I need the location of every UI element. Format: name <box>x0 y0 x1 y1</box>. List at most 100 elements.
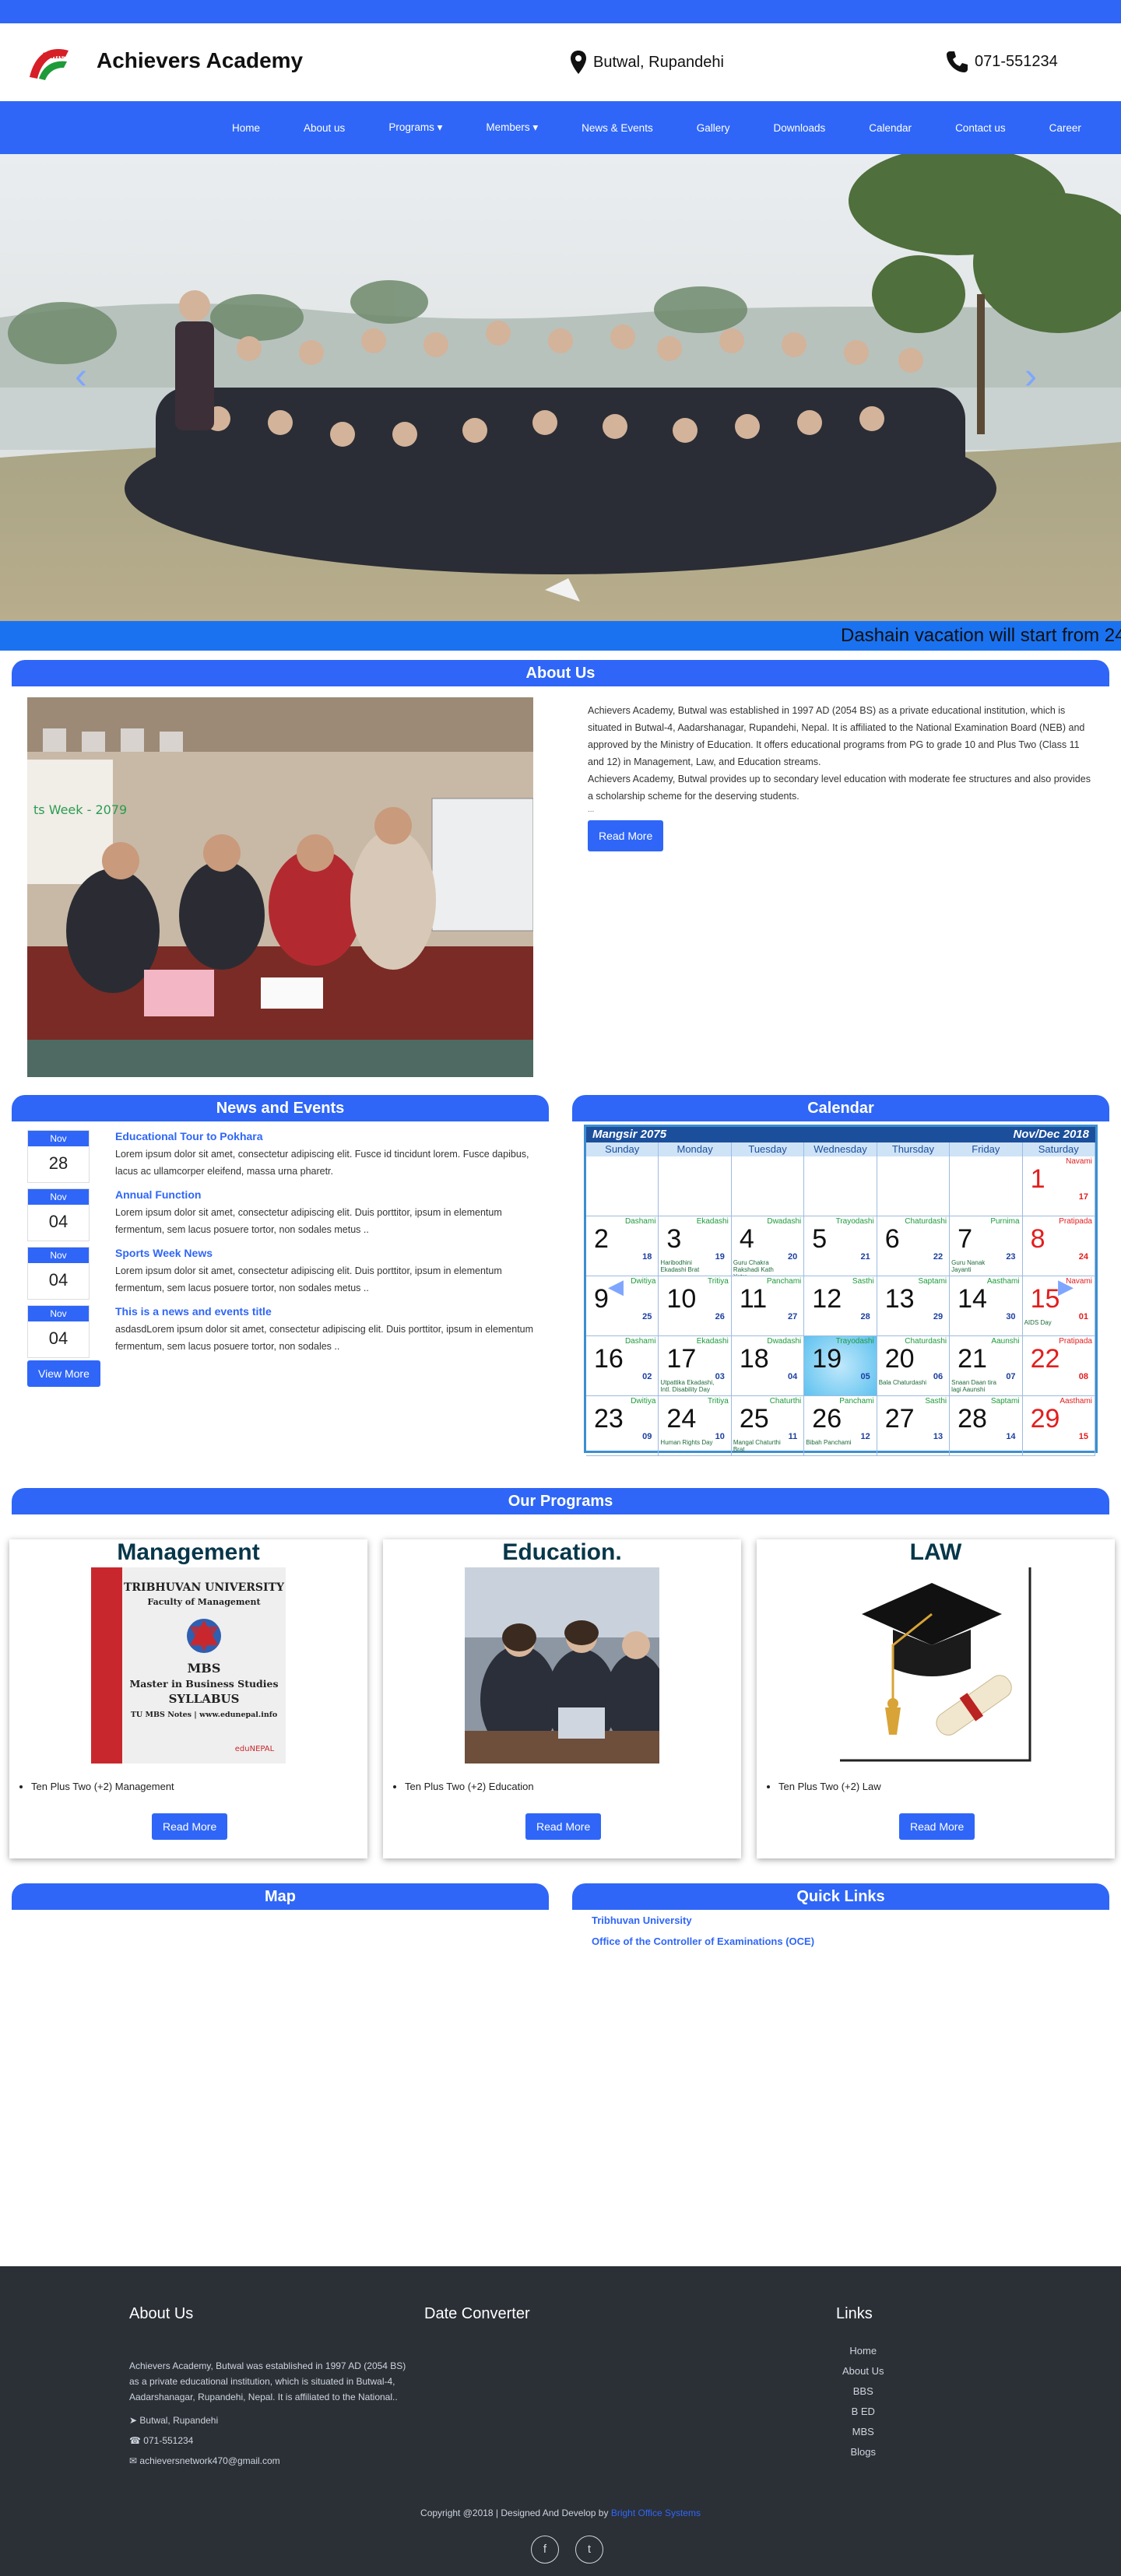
news-title-link[interactable]: This is a news and events title <box>115 1305 272 1318</box>
quick-link-tribhuvan[interactable]: Tribhuvan University <box>592 1914 814 1926</box>
calendar-day-cell[interactable]: Dashami 16 02 <box>586 1336 659 1396</box>
calendar-prev-icon[interactable]: ◀ <box>608 1275 624 1299</box>
news-item[interactable]: Nov 04 This is a news and events title a… <box>12 1305 549 1363</box>
calendar-english-date: 23 <box>1006 1252 1016 1262</box>
calendar-day-cell[interactable]: Pratipada 8 24 <box>1022 1216 1095 1276</box>
calendar-day-cell[interactable]: Pratipada 22 08 <box>1022 1336 1095 1396</box>
send-icon: ➤ <box>129 2415 138 2426</box>
calendar-day-cell[interactable]: Ekadashi 17 03 Utpattika Ekadashi, Intl. Di… <box>659 1336 732 1396</box>
calendar-day-cell[interactable]: Navami 1 17 <box>1022 1156 1095 1216</box>
calendar-english-date: 05 <box>860 1372 870 1381</box>
calendar-event: Utpattika Ekadashi, Intl. Disability Day <box>660 1379 715 1393</box>
developer-link[interactable]: Bright Office Systems <box>611 2508 701 2518</box>
news-item[interactable]: Nov 28 Educational Tour to Pokhara Lorem… <box>12 1130 549 1188</box>
calendar-day-cell[interactable]: Tritiya 10 26 <box>659 1276 732 1336</box>
carousel-prev-icon[interactable]: ‹ <box>75 358 87 395</box>
footer-copyright: Copyright @2018 | Designed And Develop b… <box>0 2508 1121 2518</box>
calendar-nepali-date: 16 <box>594 1344 624 1374</box>
calendar-english-date: 29 <box>933 1312 944 1321</box>
nav-news-events[interactable]: News & Events <box>582 122 653 134</box>
calendar-day-cell[interactable]: Chaturthi 25 11 Mangal Chaturthi Brat <box>731 1396 805 1456</box>
quick-link-oce[interactable]: Office of the Controller of Examinations… <box>592 1936 814 1947</box>
carousel-next-icon[interactable]: › <box>1024 358 1037 395</box>
calendar-day-cell[interactable]: Dwitiya 23 09 <box>586 1396 659 1456</box>
nav-home[interactable]: Home <box>232 122 260 134</box>
about-photo: ts Week - 2079 <box>27 697 533 1077</box>
nav-about[interactable]: About us <box>304 122 345 134</box>
header-phone: 071-551234 <box>945 50 1058 73</box>
calendar-day-cell[interactable]: Aaunshi 21 07 Snaan Daan tira lagi Aaunshi <box>950 1336 1023 1396</box>
calendar-day-cell[interactable]: Saptami 28 14 <box>950 1396 1023 1456</box>
calendar-day-cell[interactable]: Ekadashi 3 19 Haribodhini Ekadashi Brat <box>659 1216 732 1276</box>
calendar-next-icon[interactable]: ▶ <box>1058 1275 1074 1299</box>
news-ticker: Dashain vacation will start from 24t <box>0 621 1121 651</box>
news-title-link[interactable]: Annual Function <box>115 1188 201 1201</box>
calendar-event: Bibah Panchami <box>806 1439 852 1446</box>
nav-programs[interactable]: Programs ▾ <box>388 121 442 134</box>
footer-link-blogs[interactable]: Blogs <box>842 2442 884 2462</box>
calendar-day-cell[interactable]: Dwadashi 4 20 Guru Chakra Rakshadi Kath Yat… <box>731 1216 805 1276</box>
news-title-link[interactable]: Sports Week News <box>115 1247 213 1259</box>
footer-link-mbs[interactable]: MBS <box>842 2422 884 2442</box>
graduation-cap-image <box>838 1567 1033 1764</box>
calendar-english-date: 12 <box>860 1432 870 1441</box>
news-item[interactable]: Nov 04 Annual Function Lorem ipsum dolor… <box>12 1188 549 1247</box>
nav-contact[interactable]: Contact us <box>955 122 1006 134</box>
calendar-day-cell[interactable]: Trayodashi 19 05 <box>804 1336 877 1396</box>
top-strip <box>0 0 1121 23</box>
calendar-day-cell[interactable]: Dwadashi 18 04 <box>731 1336 805 1396</box>
nav-calendar[interactable]: Calendar <box>869 122 912 134</box>
management-read-more-button[interactable]: Read More <box>152 1813 228 1840</box>
calendar-day-cell[interactable]: Saptami 13 29 <box>877 1276 951 1336</box>
calendar-day-cell[interactable]: Chaturdashi 20 06 Bala Chaturdashi <box>877 1336 951 1396</box>
calendar-english-date: 06 <box>933 1372 944 1381</box>
law-read-more-button[interactable]: Read More <box>899 1813 975 1840</box>
twitter-icon[interactable]: t <box>575 2536 603 2564</box>
nav-downloads[interactable]: Downloads <box>773 122 825 134</box>
footer-link-bbs[interactable]: BBS <box>842 2381 884 2402</box>
calendar-nepali-date: 25 <box>739 1404 769 1434</box>
calendar-day-cell[interactable]: Chaturdashi 6 22 <box>877 1216 951 1276</box>
calendar-tithi: Aasthami <box>1060 1397 1092 1406</box>
nav-gallery[interactable]: Gallery <box>697 122 730 134</box>
achievers-logo[interactable]: Achie <box>25 43 73 85</box>
calendar-day-cell[interactable]: Panchami 11 27 <box>731 1276 805 1336</box>
calendar-nepali-date: 27 <box>884 1404 915 1434</box>
news-title-link[interactable]: Educational Tour to Pokhara <box>115 1130 263 1142</box>
calendar-section: Calendar Mangsir 2075 Nov/Dec 2018 Sunda… <box>572 1095 1109 1456</box>
about-heading: About Us <box>12 660 1109 686</box>
calendar-nepali-date: 29 <box>1030 1404 1060 1434</box>
calendar-day-cell[interactable]: Sasthi 27 13 <box>877 1396 951 1456</box>
calendar-day-cell[interactable]: Aasthami 14 30 <box>950 1276 1023 1336</box>
footer-link-home[interactable]: Home <box>842 2341 884 2361</box>
calendar-day-cell[interactable]: Sasthi 12 28 <box>804 1276 877 1336</box>
news-day: 04 <box>48 1270 69 1290</box>
view-more-news-button[interactable]: View More <box>27 1360 100 1387</box>
nav-career[interactable]: Career <box>1049 122 1081 134</box>
calendar-english-date: 24 <box>1078 1252 1088 1262</box>
facebook-icon[interactable]: f <box>531 2536 559 2564</box>
nav-members[interactable]: Members ▾ <box>486 121 538 134</box>
about-read-more-button[interactable]: Read More <box>588 820 664 851</box>
footer-link-bed[interactable]: B ED <box>842 2402 884 2422</box>
calendar-event: Mangal Chaturthi Brat <box>733 1439 781 1453</box>
news-item[interactable]: Nov 04 Sports Week News Lorem ipsum dolo… <box>12 1247 549 1305</box>
envelope-icon: ✉ <box>129 2455 138 2466</box>
calendar-day-cell[interactable]: Purnima 7 23 Guru Nanak Jayanti <box>950 1216 1023 1276</box>
calendar-day-cell[interactable]: Tritiya 24 10 Human Rights Day <box>659 1396 732 1456</box>
education-read-more-button[interactable]: Read More <box>525 1813 602 1840</box>
calendar-tithi: Dashami <box>624 1217 656 1226</box>
calendar-day-cell[interactable]: Trayodashi 5 21 <box>804 1216 877 1276</box>
calendar-day-cell[interactable]: Dashami 2 18 <box>586 1216 659 1276</box>
calendar-day-cell[interactable]: Aasthami 29 15 <box>1022 1396 1095 1456</box>
footer-contact: ➤ Butwal, Rupandehi ☎ 071-551234 ✉ achie… <box>129 2410 280 2471</box>
footer-email[interactable]: achieversnetwork470@gmail.com <box>139 2455 279 2466</box>
map-pin-icon <box>571 51 586 74</box>
brand-name[interactable]: Achievers Academy <box>97 48 303 73</box>
footer-address-line: ➤ Butwal, Rupandehi <box>129 2410 280 2430</box>
calendar-weekday: Friday <box>950 1142 1023 1156</box>
news-excerpt: asdasdLorem ipsum dolor sit amet, consec… <box>115 1324 534 1352</box>
calendar-day-cell[interactable]: Panchami 26 12 Bibah Panchami <box>804 1396 877 1456</box>
quick-links-list: Tribhuvan University Office of the Contr… <box>592 1914 814 1957</box>
footer-link-about[interactable]: About Us <box>842 2361 884 2381</box>
